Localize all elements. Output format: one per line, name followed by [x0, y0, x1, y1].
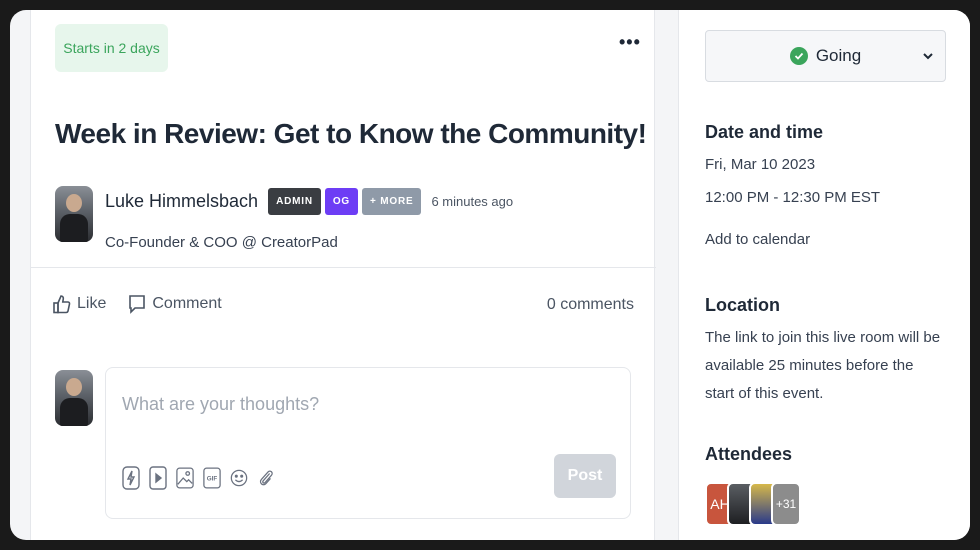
- thumbs-up-icon: [53, 295, 71, 314]
- bolt-icon[interactable]: [122, 466, 140, 490]
- app-frame: Starts in 2 days ••• Week in Review: Get…: [10, 10, 970, 540]
- emoji-icon[interactable]: [230, 466, 248, 490]
- og-tag: OG: [324, 188, 359, 215]
- location-heading: Location: [705, 295, 780, 315]
- event-title: Week in Review: Get to Know the Communit…: [55, 118, 647, 149]
- author-avatar[interactable]: [55, 186, 93, 242]
- more-options-icon[interactable]: •••: [619, 32, 641, 53]
- check-circle-icon: [789, 47, 808, 65]
- like-button[interactable]: Like: [53, 294, 106, 314]
- date-heading: Date and time: [705, 122, 824, 142]
- attendees-list: AH +31: [705, 482, 801, 526]
- chevron-down-icon: [923, 53, 933, 60]
- event-sidebar: Going Date and time Fri, Mar 10 2023 12:…: [678, 10, 970, 540]
- post-time: 6 minutes ago: [431, 194, 514, 209]
- divider: [31, 267, 656, 268]
- attach-icon[interactable]: [257, 466, 275, 490]
- comment-input[interactable]: [122, 394, 602, 415]
- comment-button[interactable]: Comment: [128, 294, 222, 314]
- video-icon[interactable]: [149, 466, 167, 490]
- author-name[interactable]: Luke Himmelsbach: [105, 191, 258, 212]
- svg-text:GIF: GIF: [207, 476, 218, 483]
- comment-composer: GIF Post: [105, 367, 631, 519]
- attendees-heading: Attendees: [705, 444, 793, 464]
- author-role: Co-Founder & COO @ CreatorPad: [105, 234, 338, 251]
- location-text: The link to join this live room will be …: [705, 329, 941, 402]
- event-main-panel: Starts in 2 days ••• Week in Review: Get…: [30, 10, 656, 540]
- rsvp-dropdown[interactable]: Going: [705, 30, 946, 82]
- post-button[interactable]: Post: [554, 454, 616, 498]
- rsvp-label: Going: [815, 46, 862, 65]
- post-actions: Like Comment: [53, 294, 222, 314]
- add-to-calendar-link[interactable]: Add to calendar: [705, 231, 810, 248]
- more-tags-button[interactable]: + MORE: [362, 188, 422, 215]
- event-time: 12:00 PM - 12:30 PM EST: [705, 189, 881, 206]
- starts-in-badge: Starts in 2 days: [55, 24, 168, 72]
- admin-tag: ADMIN: [268, 188, 321, 215]
- image-icon[interactable]: [176, 466, 194, 490]
- current-user-avatar: [55, 370, 93, 426]
- event-date: Fri, Mar 10 2023: [705, 156, 816, 173]
- comment-label: Comment: [152, 295, 222, 312]
- author-row: Luke Himmelsbach ADMIN OG + MORE 6 minut…: [105, 188, 513, 215]
- like-label: Like: [77, 295, 107, 312]
- more-attendees-badge[interactable]: +31: [771, 482, 801, 526]
- comment-icon: [129, 295, 146, 314]
- gif-icon[interactable]: GIF: [203, 466, 221, 490]
- comments-count[interactable]: 0 comments: [547, 296, 634, 314]
- composer-toolbar: GIF: [122, 466, 275, 490]
